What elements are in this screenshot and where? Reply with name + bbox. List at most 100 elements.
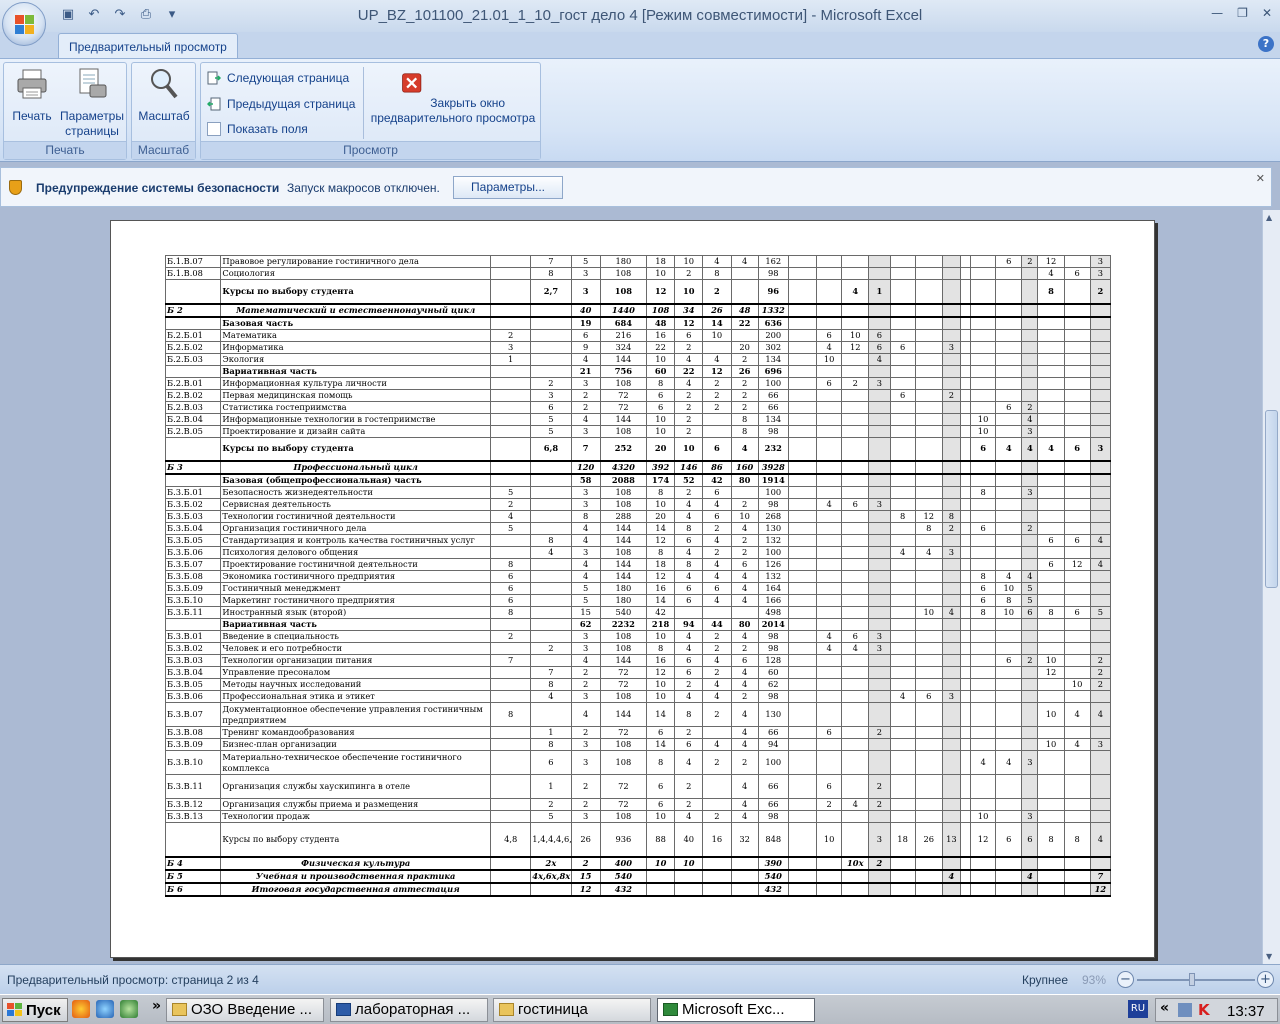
row-title-cell: Курсы по выбору студента xyxy=(220,436,492,462)
value-cell: 3 xyxy=(1021,750,1039,775)
zoom-slider[interactable] xyxy=(1137,979,1255,981)
tab-print-preview[interactable]: Предварительный просмотр xyxy=(58,33,238,59)
row-title-cell: Бизнес-план организации xyxy=(220,738,492,751)
value-cell: 6 xyxy=(530,400,572,414)
value-cell: 4 xyxy=(674,352,704,366)
value-cell: 4 xyxy=(674,810,704,823)
language-indicator[interactable]: RU xyxy=(1128,1000,1148,1018)
show-margins-checkbox[interactable]: Показать поля xyxy=(207,122,308,136)
value-cell xyxy=(995,328,1023,342)
value-cell xyxy=(787,279,818,304)
value-cell xyxy=(816,606,843,619)
value-cell: 4 xyxy=(1089,702,1112,727)
value-cell xyxy=(959,822,972,857)
value-cell: 6 xyxy=(995,654,1023,667)
zoom-slider-knob[interactable] xyxy=(1189,973,1195,986)
value-cell: 2 xyxy=(730,400,759,414)
scroll-up-icon[interactable]: ▲ xyxy=(1266,213,1272,222)
close-icon[interactable]: ✕ xyxy=(1256,172,1265,185)
value-cell xyxy=(730,267,759,280)
taskbar-item-excel[interactable]: Microsoft Exc... xyxy=(657,998,815,1022)
value-cell xyxy=(841,750,870,775)
value-cell: 2 xyxy=(730,642,759,655)
tray-expand-icon[interactable]: « xyxy=(1160,1000,1169,1016)
start-label: Пуск xyxy=(26,1001,61,1019)
help-icon[interactable]: ? xyxy=(1258,36,1274,52)
value-cell: 108 xyxy=(599,424,648,438)
value-cell: 4 xyxy=(702,352,732,366)
row-title-cell: Технологии организации питания xyxy=(220,654,492,667)
value-cell xyxy=(702,412,732,426)
value-cell xyxy=(787,400,818,414)
scroll-down-icon[interactable]: ▼ xyxy=(1266,952,1272,961)
value-cell: 4 xyxy=(730,594,759,607)
print-button[interactable]: Печать xyxy=(7,67,57,124)
value-cell xyxy=(868,702,891,727)
value-cell xyxy=(787,855,818,871)
value-cell xyxy=(530,558,572,571)
office-button[interactable] xyxy=(2,2,46,46)
minimize-icon[interactable]: — xyxy=(1211,6,1223,20)
value-cell xyxy=(969,498,997,511)
value-cell xyxy=(941,424,961,438)
value-cell xyxy=(702,868,732,884)
table-row: Б.2.В.05 Проектирование и дизайн сайта 5 3 1… xyxy=(164,424,1112,438)
taskbar-item-word[interactable]: лабораторная ... xyxy=(330,998,488,1022)
start-button[interactable]: Пуск xyxy=(2,998,68,1022)
next-page-button[interactable]: Следующая страница xyxy=(207,71,349,85)
taskbar-item-folder-hotel[interactable]: гостиница xyxy=(493,998,651,1022)
app-icon[interactable] xyxy=(120,1000,138,1018)
row-code-cell xyxy=(164,473,222,487)
table-row: Б.2.Б.01 Математика 2 6 216 16 6 10 200 6 10 6 xyxy=(164,328,1112,342)
table-row: Б 2 Математический и естественнонаучный ц… xyxy=(164,302,1112,318)
close-icon[interactable]: ✕ xyxy=(1262,6,1272,20)
scrollbar-thumb[interactable] xyxy=(1265,410,1278,588)
value-cell xyxy=(889,606,916,619)
network-icon[interactable] xyxy=(96,1000,114,1018)
value-cell: 8 xyxy=(490,606,532,619)
value-cell xyxy=(868,750,891,775)
value-cell: 20 xyxy=(730,340,759,354)
page-setup-button[interactable]: Параметры страницы xyxy=(58,67,126,139)
value-cell xyxy=(995,642,1023,655)
taskbar-item-folder-ozo[interactable]: ОЗО Введение ... xyxy=(166,998,324,1022)
value-cell xyxy=(490,750,532,775)
value-cell xyxy=(787,630,818,643)
value-cell: 6 xyxy=(490,594,532,607)
value-cell xyxy=(868,558,891,571)
value-cell xyxy=(816,702,843,727)
value-cell xyxy=(1021,642,1039,655)
zoom-in-icon[interactable]: + xyxy=(1257,971,1274,988)
value-cell: 40 xyxy=(674,822,704,857)
prev-page-button[interactable]: Предыдущая страница xyxy=(207,97,355,111)
zoom-button[interactable]: Масштаб xyxy=(134,67,194,124)
value-cell: 66 xyxy=(757,798,789,811)
value-cell xyxy=(841,522,870,535)
value-cell: 72 xyxy=(599,678,648,691)
restore-icon[interactable]: ❐ xyxy=(1237,6,1248,20)
value-cell xyxy=(841,618,870,631)
quicklaunch-more[interactable]: » xyxy=(152,998,161,1014)
zoom-out-icon[interactable]: − xyxy=(1117,971,1134,988)
value-cell: 86 xyxy=(702,460,732,475)
vertical-scrollbar[interactable]: ▲ ▼ xyxy=(1262,210,1280,964)
antivirus-icon[interactable]: K xyxy=(1198,1001,1210,1019)
value-cell xyxy=(959,436,972,462)
value-cell xyxy=(1021,630,1039,643)
close-preview-button[interactable]: Закрыть окно предварительного просмотра xyxy=(367,67,539,126)
firefox-icon[interactable] xyxy=(72,1000,90,1018)
value-cell xyxy=(914,255,943,268)
value-cell xyxy=(1089,388,1112,402)
value-cell xyxy=(1063,400,1091,414)
value-cell xyxy=(889,855,916,871)
security-options-button[interactable]: Параметры... xyxy=(453,176,563,199)
table-row: Б.3.В.02 Человек и его потребности 2 3 108 8 4… xyxy=(164,642,1112,655)
table-row: Б 5 Учебная и производственная практика 4х… xyxy=(164,868,1112,884)
value-cell: 6 xyxy=(645,388,676,402)
value-cell xyxy=(841,510,870,523)
network-tray-icon[interactable] xyxy=(1178,1003,1192,1017)
value-cell: 6 xyxy=(645,798,676,811)
zoom-in-label[interactable]: Крупнее xyxy=(1022,973,1068,987)
value-cell xyxy=(1021,666,1039,679)
system-tray: « K 13:37 xyxy=(1155,998,1278,1022)
